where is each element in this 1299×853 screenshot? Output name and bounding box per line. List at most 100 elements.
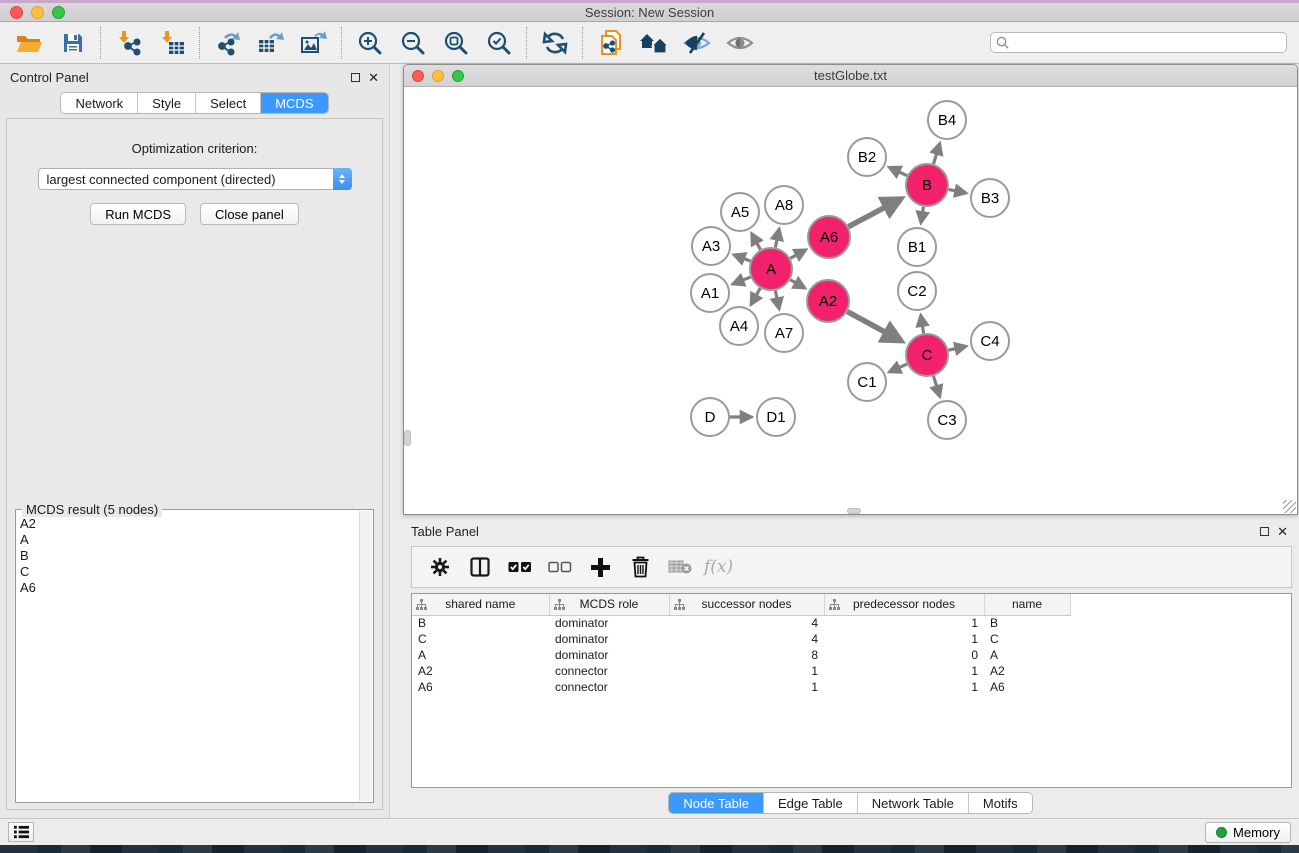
- graph-edge-A-A4[interactable]: [751, 288, 760, 304]
- table-row[interactable]: A6connector11A6: [412, 679, 1082, 695]
- graph-node-C1[interactable]: C1: [848, 363, 886, 401]
- cell-successor-nodes[interactable]: 4: [669, 631, 824, 647]
- graph-edge-C-C1[interactable]: [889, 364, 907, 372]
- graph-edge-A-A2[interactable]: [790, 280, 805, 288]
- graph-node-A[interactable]: A: [750, 248, 792, 290]
- tab-edge-table[interactable]: Edge Table: [764, 793, 858, 813]
- graph-node-A3[interactable]: A3: [692, 227, 730, 265]
- table-row[interactable]: Adominator80A: [412, 647, 1082, 663]
- graph-edge-B-B3[interactable]: [949, 189, 966, 193]
- graph-node-B1[interactable]: B1: [898, 228, 936, 266]
- delete-column-button[interactable]: [622, 550, 658, 584]
- graph-node-D1[interactable]: D1: [757, 398, 795, 436]
- cell-name[interactable]: A6: [984, 679, 1070, 695]
- cell-successor-nodes[interactable]: 1: [669, 679, 824, 695]
- column-header-successor-nodes[interactable]: successor nodes: [669, 594, 824, 615]
- graph-edge-A-A6[interactable]: [790, 250, 806, 259]
- run-mcds-button[interactable]: Run MCDS: [90, 203, 186, 225]
- export-image-button[interactable]: [292, 24, 335, 62]
- tab-network-table[interactable]: Network Table: [858, 793, 969, 813]
- graph-edge-A2-C[interactable]: [847, 312, 901, 342]
- delete-table-button[interactable]: [662, 550, 698, 584]
- table-row[interactable]: Bdominator41B: [412, 615, 1082, 631]
- column-header-shared-name[interactable]: shared name: [412, 594, 549, 615]
- unselect-all-button[interactable]: [542, 550, 578, 584]
- search-input[interactable]: [1009, 36, 1281, 50]
- tab-style[interactable]: Style: [138, 93, 196, 113]
- graph-edge-C-C2[interactable]: [921, 315, 924, 333]
- graph-node-C3[interactable]: C3: [928, 401, 966, 439]
- graph-edge-A-A8[interactable]: [775, 229, 779, 247]
- zoom-selected-button[interactable]: [477, 24, 520, 62]
- mcds-result-item[interactable]: A2: [18, 516, 359, 532]
- cell-predecessor-nodes[interactable]: 1: [824, 631, 984, 647]
- show-all-button[interactable]: [632, 24, 675, 62]
- save-session-button[interactable]: [51, 24, 94, 62]
- mcds-result-item[interactable]: C: [18, 564, 359, 580]
- graph-edge-A6-B[interactable]: [848, 199, 901, 227]
- export-network-button[interactable]: [206, 24, 249, 62]
- function-builder-button[interactable]: f(x): [704, 557, 733, 577]
- cell-shared-name[interactable]: A2: [412, 663, 549, 679]
- cell-MCDS-role[interactable]: connector: [549, 663, 669, 679]
- table-row[interactable]: A2connector11A2: [412, 663, 1082, 679]
- cell-predecessor-nodes[interactable]: 0: [824, 647, 984, 663]
- network-canvas[interactable]: AA1A2A3A4A5A6A7A8BB1B2B3B4CC1C2C3C4DD1: [404, 87, 1297, 514]
- cell-name[interactable]: A2: [984, 663, 1070, 679]
- cell-MCDS-role[interactable]: dominator: [549, 631, 669, 647]
- close-table-panel-icon[interactable]: ✕: [1277, 527, 1288, 536]
- cell-MCDS-role[interactable]: dominator: [549, 615, 669, 631]
- tab-motifs[interactable]: Motifs: [969, 793, 1032, 813]
- graph-edge-C-C3[interactable]: [933, 376, 939, 397]
- float-panel-icon[interactable]: [351, 73, 360, 82]
- graph-node-C4[interactable]: C4: [971, 322, 1009, 360]
- zoom-fit-button[interactable]: [434, 24, 477, 62]
- cell-predecessor-nodes[interactable]: 1: [824, 615, 984, 631]
- cell-name[interactable]: B: [984, 615, 1070, 631]
- tab-mcds[interactable]: MCDS: [261, 93, 327, 113]
- cell-shared-name[interactable]: C: [412, 631, 549, 647]
- mcds-result-item[interactable]: A: [18, 532, 359, 548]
- graph-node-A5[interactable]: A5: [721, 193, 759, 231]
- graph-edge-A-A5[interactable]: [752, 234, 761, 250]
- import-table-button[interactable]: [150, 24, 193, 62]
- graph-edge-A-A3[interactable]: [734, 255, 751, 261]
- graph-edge-B-B1[interactable]: [921, 207, 924, 223]
- export-table-button[interactable]: [249, 24, 292, 62]
- tab-node-table[interactable]: Node Table: [669, 793, 764, 813]
- vertical-scrollbar-thumb[interactable]: [404, 430, 411, 446]
- graph-node-A4[interactable]: A4: [720, 307, 758, 345]
- add-column-button[interactable]: [582, 550, 618, 584]
- graph-node-C[interactable]: C: [906, 334, 948, 376]
- hide-selected-button[interactable]: [675, 24, 718, 62]
- mcds-result-item[interactable]: A6: [18, 580, 359, 596]
- cell-MCDS-role[interactable]: connector: [549, 679, 669, 695]
- column-header-name[interactable]: name: [984, 594, 1070, 615]
- select-all-button[interactable]: [502, 550, 538, 584]
- horizontal-scrollbar-thumb[interactable]: [847, 508, 861, 514]
- task-history-button[interactable]: [8, 822, 34, 842]
- open-session-button[interactable]: [8, 24, 51, 62]
- cell-predecessor-nodes[interactable]: 1: [824, 663, 984, 679]
- cell-successor-nodes[interactable]: 1: [669, 663, 824, 679]
- cell-shared-name[interactable]: A6: [412, 679, 549, 695]
- graph-node-D[interactable]: D: [691, 398, 729, 436]
- new-network-button[interactable]: [589, 24, 632, 62]
- zoom-out-button[interactable]: [391, 24, 434, 62]
- graph-edge-C-C4[interactable]: [948, 346, 966, 350]
- table-row[interactable]: Cdominator41C: [412, 631, 1082, 647]
- zoom-in-button[interactable]: [348, 24, 391, 62]
- import-network-button[interactable]: [107, 24, 150, 62]
- cell-successor-nodes[interactable]: 4: [669, 615, 824, 631]
- show-hidden-button[interactable]: [718, 24, 761, 62]
- result-scrollbar[interactable]: [359, 511, 372, 801]
- graph-edge-A-A1[interactable]: [733, 277, 751, 284]
- graph-node-A7[interactable]: A7: [765, 314, 803, 352]
- cell-shared-name[interactable]: B: [412, 615, 549, 631]
- graph-edge-A-A7[interactable]: [775, 291, 779, 309]
- graph-edge-B-B2[interactable]: [889, 167, 907, 175]
- table-settings-button[interactable]: [422, 550, 458, 584]
- cell-name[interactable]: A: [984, 647, 1070, 663]
- tab-network[interactable]: Network: [61, 93, 138, 113]
- graph-node-A2[interactable]: A2: [807, 280, 849, 322]
